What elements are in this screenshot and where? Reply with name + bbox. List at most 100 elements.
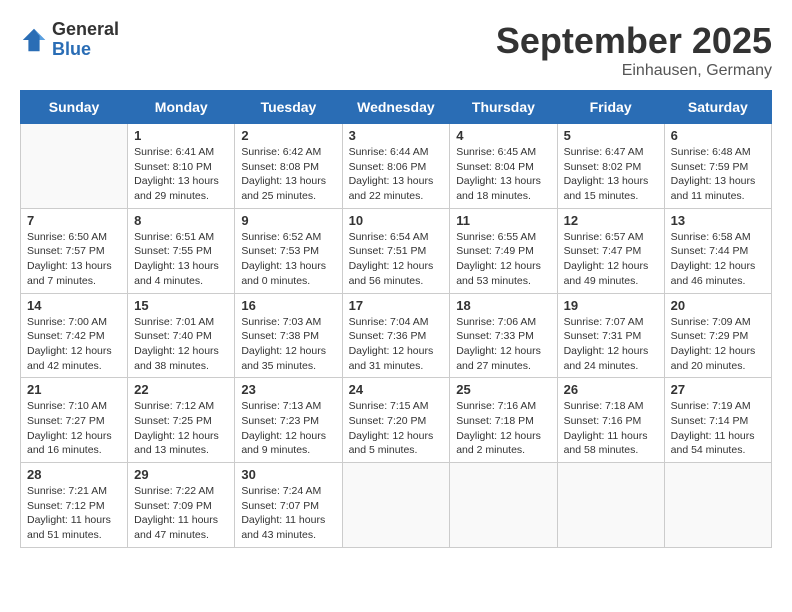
calendar-cell: 3 Sunrise: 6:44 AMSunset: 8:06 PMDaylight… (342, 124, 450, 209)
day-info: Sunrise: 7:24 AMSunset: 7:07 PMDaylight:… (241, 484, 335, 543)
logo-text: General Blue (52, 20, 119, 60)
calendar-cell: 5Sunrise: 6:47 AMSunset: 8:02 PMDaylight… (557, 124, 664, 209)
calendar-cell (557, 463, 664, 548)
day-info: Sunrise: 6:42 AMSunset: 8:08 PMDaylight:… (241, 145, 335, 204)
day-number: 21 (27, 382, 121, 397)
day-info: Sunrise: 7:06 AMSunset: 7:33 PMDaylight:… (456, 315, 550, 374)
calendar-cell: 24Sunrise: 7:15 AMSunset: 7:20 PMDayligh… (342, 378, 450, 463)
day-info: Sunrise: 7:22 AMSunset: 7:09 PMDaylight:… (134, 484, 228, 543)
day-info: Sunrise: 6:41 AMSunset: 8:10 PMDaylight:… (134, 145, 228, 204)
day-number: 8 (134, 213, 228, 228)
calendar-cell: 8 Sunrise: 6:51 AMSunset: 7:55 PMDaylight… (128, 208, 235, 293)
day-number: 2 (241, 128, 335, 143)
calendar-cell: 4 Sunrise: 6:45 AMSunset: 8:04 PMDaylight… (450, 124, 557, 209)
day-header-tuesday: Tuesday (235, 91, 342, 124)
day-info: Sunrise: 6:52 AMSunset: 7:53 PMDaylight:… (241, 230, 335, 289)
calendar-cell: 6 Sunrise: 6:48 AMSunset: 7:59 PMDaylight… (664, 124, 771, 209)
calendar-week-row: 14 Sunrise: 7:00 AMSunset: 7:42 PMDayligh… (21, 293, 772, 378)
day-number: 5 (564, 128, 658, 143)
day-number: 1 (134, 128, 228, 143)
day-info: Sunrise: 7:12 AMSunset: 7:25 PMDaylight:… (134, 399, 228, 458)
day-header-sunday: Sunday (21, 91, 128, 124)
day-number: 3 (349, 128, 444, 143)
day-info: Sunrise: 7:10 AMSunset: 7:27 PMDaylight:… (27, 399, 121, 458)
day-number: 11 (456, 213, 550, 228)
day-info: Sunrise: 6:58 AMSunset: 7:44 PMDaylight:… (671, 230, 765, 289)
calendar-cell: 30 Sunrise: 7:24 AMSunset: 7:07 PMDayligh… (235, 463, 342, 548)
day-number: 19 (564, 298, 658, 313)
day-number: 22 (134, 382, 228, 397)
day-info: Sunrise: 6:57 AMSunset: 7:47 PMDaylight:… (564, 230, 658, 289)
calendar-cell: 22 Sunrise: 7:12 AMSunset: 7:25 PMDayligh… (128, 378, 235, 463)
day-number: 25 (456, 382, 550, 397)
day-info: Sunrise: 7:18 AMSunset: 7:16 PMDaylight:… (564, 399, 658, 458)
day-number: 30 (241, 467, 335, 482)
day-info: Sunrise: 6:45 AMSunset: 8:04 PMDaylight:… (456, 145, 550, 204)
logo-blue-text: Blue (52, 40, 119, 60)
calendar-week-row: 28Sunrise: 7:21 AMSunset: 7:12 PMDayligh… (21, 463, 772, 548)
day-number: 14 (27, 298, 121, 313)
calendar-cell: 13 Sunrise: 6:58 AMSunset: 7:44 PMDayligh… (664, 208, 771, 293)
day-number: 28 (27, 467, 121, 482)
day-number: 6 (671, 128, 765, 143)
day-header-monday: Monday (128, 91, 235, 124)
calendar-cell: 29 Sunrise: 7:22 AMSunset: 7:09 PMDayligh… (128, 463, 235, 548)
calendar-cell: 25Sunrise: 7:16 AMSunset: 7:18 PMDayligh… (450, 378, 557, 463)
day-number: 15 (134, 298, 228, 313)
day-number: 17 (349, 298, 444, 313)
day-number: 12 (564, 213, 658, 228)
calendar-cell: 7 Sunrise: 6:50 AMSunset: 7:57 PMDaylight… (21, 208, 128, 293)
day-number: 29 (134, 467, 228, 482)
calendar-cell: 28Sunrise: 7:21 AMSunset: 7:12 PMDayligh… (21, 463, 128, 548)
calendar-cell (342, 463, 450, 548)
calendar-header-row: SundayMondayTuesdayWednesdayThursdayFrid… (21, 91, 772, 124)
calendar-cell: 11 Sunrise: 6:55 AMSunset: 7:49 PMDayligh… (450, 208, 557, 293)
day-info: Sunrise: 6:51 AMSunset: 7:55 PMDaylight:… (134, 230, 228, 289)
calendar-cell: 14 Sunrise: 7:00 AMSunset: 7:42 PMDayligh… (21, 293, 128, 378)
day-number: 16 (241, 298, 335, 313)
calendar-cell: 12 Sunrise: 6:57 AMSunset: 7:47 PMDayligh… (557, 208, 664, 293)
calendar-cell: 9 Sunrise: 6:52 AMSunset: 7:53 PMDaylight… (235, 208, 342, 293)
calendar-cell: 27 Sunrise: 7:19 AMSunset: 7:14 PMDayligh… (664, 378, 771, 463)
location-title: Einhausen, Germany (496, 62, 772, 80)
day-info: Sunrise: 6:50 AMSunset: 7:57 PMDaylight:… (27, 230, 121, 289)
day-number: 26 (564, 382, 658, 397)
day-info: Sunrise: 7:15 AMSunset: 7:20 PMDaylight:… (349, 399, 444, 458)
day-info: Sunrise: 7:09 AMSunset: 7:29 PMDaylight:… (671, 315, 765, 374)
day-info: Sunrise: 7:07 AMSunset: 7:31 PMDaylight:… (564, 315, 658, 374)
day-header-saturday: Saturday (664, 91, 771, 124)
day-number: 10 (349, 213, 444, 228)
day-number: 7 (27, 213, 121, 228)
month-title: September 2025 (496, 20, 772, 62)
day-number: 13 (671, 213, 765, 228)
day-number: 18 (456, 298, 550, 313)
calendar-cell (21, 124, 128, 209)
day-info: Sunrise: 7:19 AMSunset: 7:14 PMDaylight:… (671, 399, 765, 458)
day-number: 4 (456, 128, 550, 143)
day-info: Sunrise: 7:00 AMSunset: 7:42 PMDaylight:… (27, 315, 121, 374)
calendar-cell: 19 Sunrise: 7:07 AMSunset: 7:31 PMDayligh… (557, 293, 664, 378)
calendar-cell: 17Sunrise: 7:04 AMSunset: 7:36 PMDayligh… (342, 293, 450, 378)
day-info: Sunrise: 6:48 AMSunset: 7:59 PMDaylight:… (671, 145, 765, 204)
day-header-thursday: Thursday (450, 91, 557, 124)
calendar-table: SundayMondayTuesdayWednesdayThursdayFrid… (20, 90, 772, 548)
day-header-friday: Friday (557, 91, 664, 124)
calendar-cell (664, 463, 771, 548)
day-number: 9 (241, 213, 335, 228)
logo-general-text: General (52, 20, 119, 40)
day-info: Sunrise: 6:55 AMSunset: 7:49 PMDaylight:… (456, 230, 550, 289)
calendar-cell: 15 Sunrise: 7:01 AMSunset: 7:40 PMDayligh… (128, 293, 235, 378)
calendar-cell: 10Sunrise: 6:54 AMSunset: 7:51 PMDayligh… (342, 208, 450, 293)
day-number: 20 (671, 298, 765, 313)
day-info: Sunrise: 7:01 AMSunset: 7:40 PMDaylight:… (134, 315, 228, 374)
calendar-cell: 2 Sunrise: 6:42 AMSunset: 8:08 PMDaylight… (235, 124, 342, 209)
calendar-cell: 18 Sunrise: 7:06 AMSunset: 7:33 PMDayligh… (450, 293, 557, 378)
day-info: Sunrise: 7:13 AMSunset: 7:23 PMDaylight:… (241, 399, 335, 458)
calendar-cell: 21 Sunrise: 7:10 AMSunset: 7:27 PMDayligh… (21, 378, 128, 463)
day-info: Sunrise: 6:44 AMSunset: 8:06 PMDaylight:… (349, 145, 444, 204)
calendar-cell (450, 463, 557, 548)
calendar-cell: 23Sunrise: 7:13 AMSunset: 7:23 PMDayligh… (235, 378, 342, 463)
calendar-cell: 26 Sunrise: 7:18 AMSunset: 7:16 PMDayligh… (557, 378, 664, 463)
page-header: General Blue September 2025 Einhausen, G… (20, 20, 772, 80)
day-number: 27 (671, 382, 765, 397)
